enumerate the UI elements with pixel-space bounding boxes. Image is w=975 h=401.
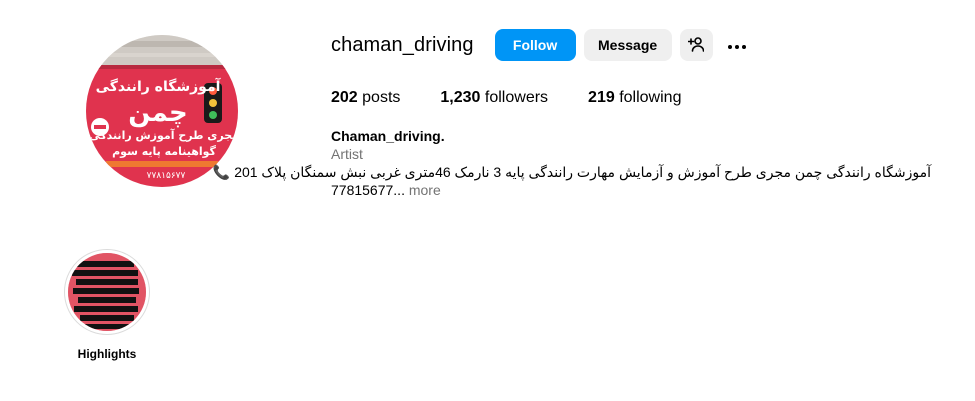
profile-page: آموزشگاه رانندگی چمن مجری طرح آموزش رانن… [0, 0, 975, 401]
posts-stat: 202 posts [331, 89, 400, 107]
avatar-sign-line2: گواهینامه پایه سوم [112, 145, 216, 158]
profile-full-name: Chaman_driving. [331, 128, 445, 144]
avatar-sign-phone: ۷۷۸۱۵۶۷۷ [147, 171, 186, 181]
highlight-ring [64, 249, 150, 335]
followers-stat[interactable]: 1,230 followers [440, 89, 548, 107]
profile-header: chaman_driving Follow Message [331, 29, 753, 61]
profile-stats: 202 posts 1,230 followers 219 following [331, 89, 721, 107]
avatar-sign-line1: مجری طرح آموزش رانندگی [89, 128, 238, 142]
profile-category: Artist [331, 146, 363, 162]
avatar-sign-title: آموزشگاه رانندگی [96, 77, 222, 95]
profile-username: chaman_driving [331, 33, 474, 56]
following-count: 219 [588, 89, 615, 106]
following-stat[interactable]: 219 following [588, 89, 681, 107]
suggest-accounts-button[interactable] [679, 29, 713, 61]
followers-count: 1,230 [440, 89, 481, 106]
bio-line-1: آموزشگاه رانندگی چمن مجری طرح آموزش و آز… [212, 164, 931, 180]
bio-more-link[interactable]: more [409, 182, 441, 198]
followers-label: followers [484, 89, 549, 106]
posts-label: posts [362, 89, 401, 106]
posts-count: 202 [331, 89, 358, 106]
highlight-item[interactable]: Highlights [64, 249, 150, 361]
profile-bio: Chaman_driving. Artist آموزشگاه رانندگی … [212, 127, 931, 199]
message-button[interactable]: Message [583, 29, 672, 61]
more-options-icon [727, 37, 747, 53]
bio-line-2: 77815677... [331, 182, 405, 198]
follow-button[interactable]: Follow [494, 29, 576, 61]
add-user-icon [687, 36, 705, 55]
highlight-label: Highlights [77, 347, 137, 361]
highlight-cover [68, 253, 146, 331]
following-label: following [619, 89, 682, 106]
avatar-sign-name: چمن [128, 98, 188, 128]
bio-line-2-wrapper: 77815677... more [331, 181, 931, 199]
more-options-button[interactable] [721, 29, 753, 61]
